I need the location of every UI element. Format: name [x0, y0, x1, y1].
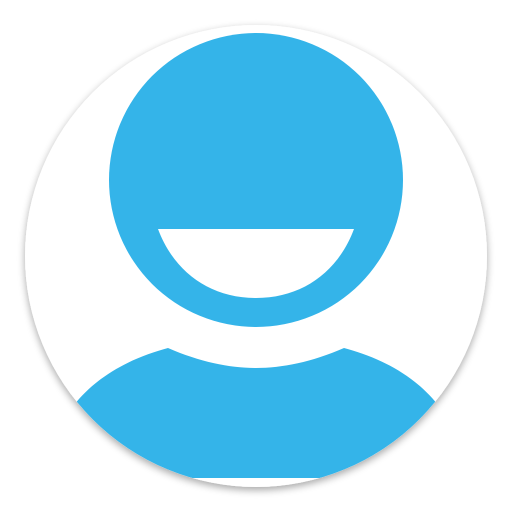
user-avatar-icon[interactable]	[0, 0, 512, 512]
app-icon[interactable]	[0, 0, 512, 512]
